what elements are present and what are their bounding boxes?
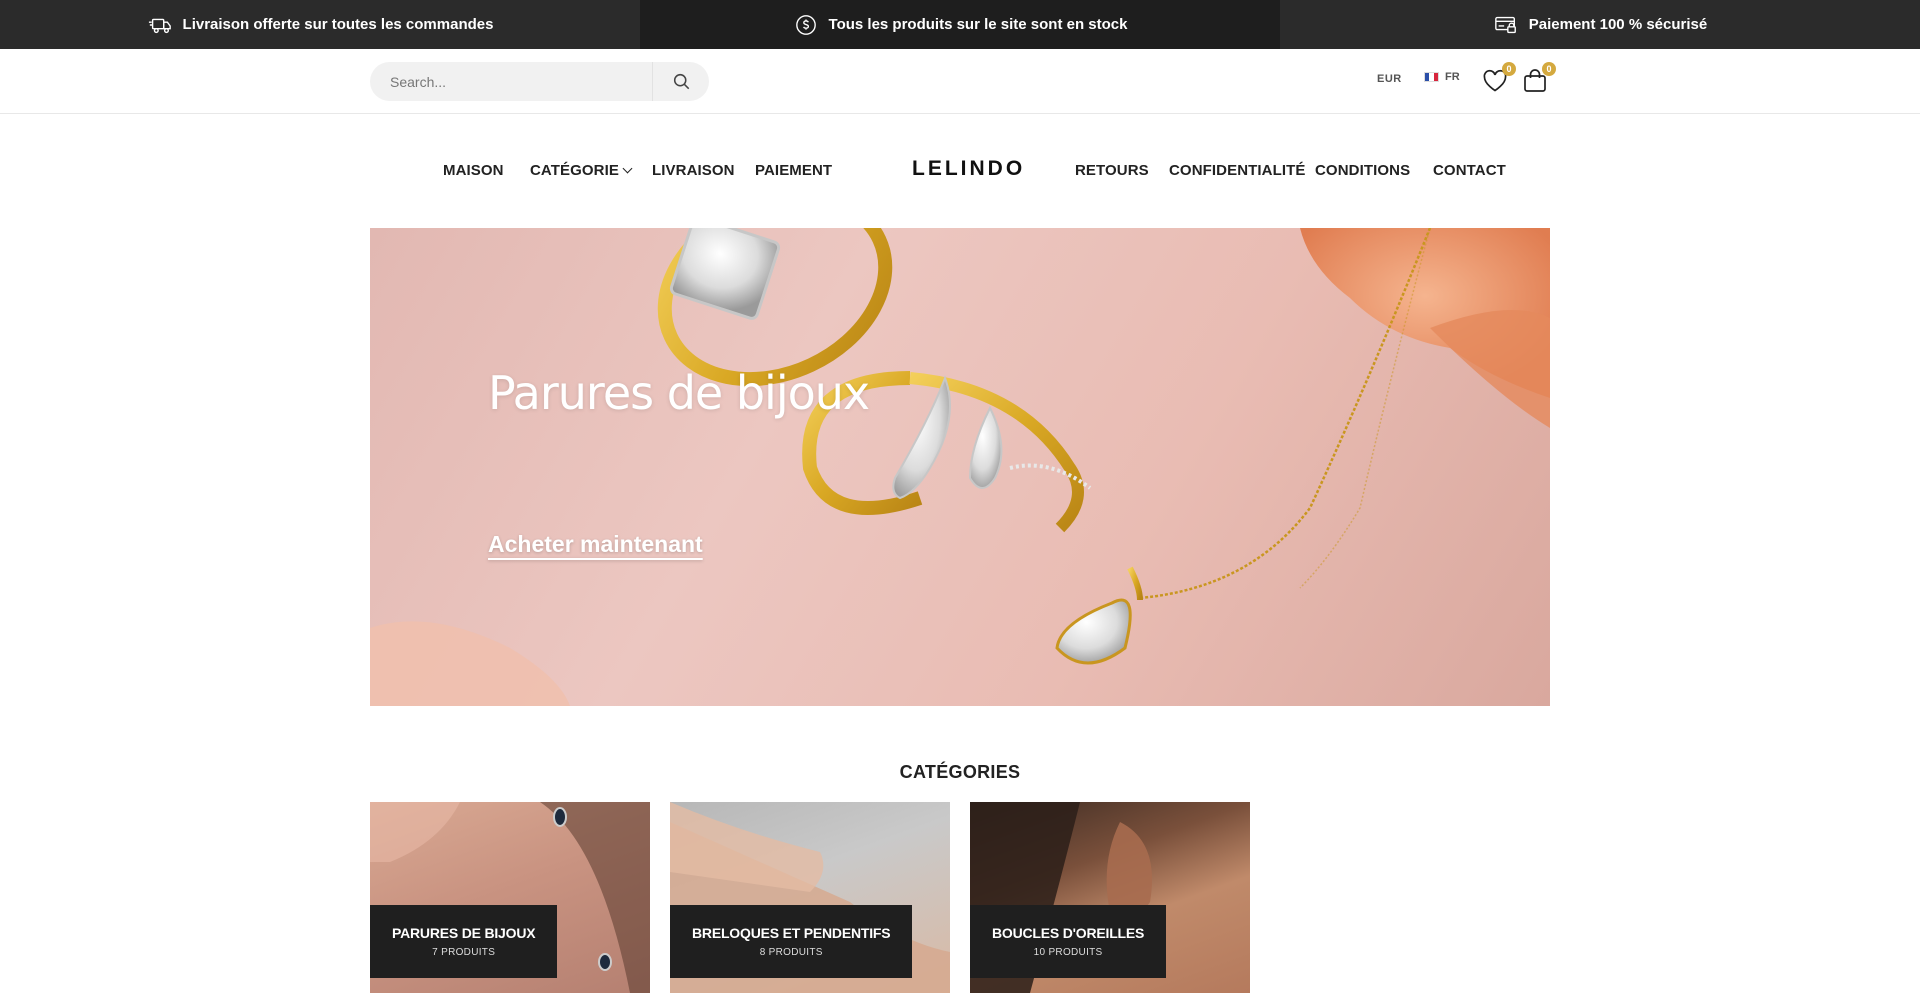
nav-item-conditions[interactable]: CONDITIONS: [1315, 162, 1410, 179]
search-button[interactable]: [653, 62, 709, 101]
category-count: 8 PRODUITS: [759, 947, 823, 958]
promo-text: Livraison offerte sur toutes les command…: [182, 16, 494, 33]
category-name: BRELOQUES ET PENDENTIFS: [692, 925, 891, 941]
shop-now-link[interactable]: Acheter maintenant: [488, 531, 703, 558]
categories-heading: CATÉGORIES: [899, 762, 1021, 782]
header: EUR FR 0 0: [0, 49, 1920, 114]
cart-button[interactable]: 0: [1520, 62, 1556, 96]
search-icon: [673, 73, 689, 90]
nav-item-paiement[interactable]: PAIEMENT: [755, 162, 832, 179]
category-label: BRELOQUES ET PENDENTIFS 8 PRODUITS: [670, 905, 913, 978]
promo-free-delivery: Livraison offerte sur toutes les command…: [0, 0, 640, 49]
site-logo[interactable]: LELINDO: [912, 157, 1025, 181]
nav-item-label: CATÉGORIE: [530, 162, 619, 179]
cart-count-badge: 0: [1542, 62, 1556, 76]
category-label: PARURES DE BIJOUX 7 PRODUITS: [370, 905, 558, 978]
category-name: PARURES DE BIJOUX: [392, 925, 536, 941]
promo-text: Tous les produits sur le site sont en st…: [828, 16, 1128, 33]
category-name: BOUCLES D'OREILLES: [992, 925, 1145, 941]
hero-title: Parures de bijoux: [488, 366, 870, 420]
category-card-parures[interactable]: PARURES DE BIJOUX 7 PRODUITS: [370, 802, 650, 993]
category-card-boucles[interactable]: BOUCLES D'OREILLES 10 PRODUITS: [970, 802, 1250, 993]
nav-item-categorie[interactable]: CATÉGORIE: [530, 162, 633, 179]
promo-text: Paiement 100 % sécurisé: [1528, 16, 1708, 33]
nav-item-confidentialite[interactable]: CONFIDENTIALITÉ: [1169, 162, 1306, 179]
currency-selector[interactable]: EUR: [1377, 73, 1402, 85]
wishlist-button[interactable]: 0: [1480, 62, 1516, 96]
chevron-down-icon: [622, 163, 633, 174]
wishlist-count-badge: 0: [1502, 62, 1516, 76]
category-count: 7 PRODUITS: [432, 947, 496, 958]
main-nav: MAISON CATÉGORIE LIVRAISON PAIEMENT LELI…: [0, 114, 1920, 228]
language-label: FR: [1445, 71, 1460, 83]
promo-secure-payment: Paiement 100 % sécurisé: [1280, 0, 1920, 49]
nav-item-contact[interactable]: CONTACT: [1433, 162, 1506, 179]
nav-item-maison[interactable]: MAISON: [443, 162, 504, 179]
nav-item-livraison[interactable]: LIVRAISON: [652, 162, 735, 179]
hero-banner[interactable]: Parures de bijoux Acheter maintenant: [370, 228, 1550, 706]
promo-in-stock: Tous les produits sur le site sont en st…: [640, 0, 1280, 49]
french-flag-icon: [1424, 72, 1439, 82]
category-label: BOUCLES D'OREILLES 10 PRODUITS: [970, 905, 1167, 978]
secure-card-icon: [1493, 14, 1519, 36]
dollar-coin-icon: [793, 14, 819, 36]
search-bar: [370, 62, 709, 101]
promo-bar: Livraison offerte sur toutes les command…: [0, 0, 1920, 49]
nav-item-retours[interactable]: RETOURS: [1075, 162, 1149, 179]
category-count: 10 PRODUITS: [1033, 947, 1103, 958]
search-input[interactable]: [370, 62, 652, 101]
language-selector[interactable]: FR: [1424, 71, 1460, 83]
category-card-breloques[interactable]: BRELOQUES ET PENDENTIFS 8 PRODUITS: [670, 802, 950, 993]
delivery-truck-icon: [147, 14, 173, 36]
hero-jewelry-image: [370, 228, 1550, 706]
